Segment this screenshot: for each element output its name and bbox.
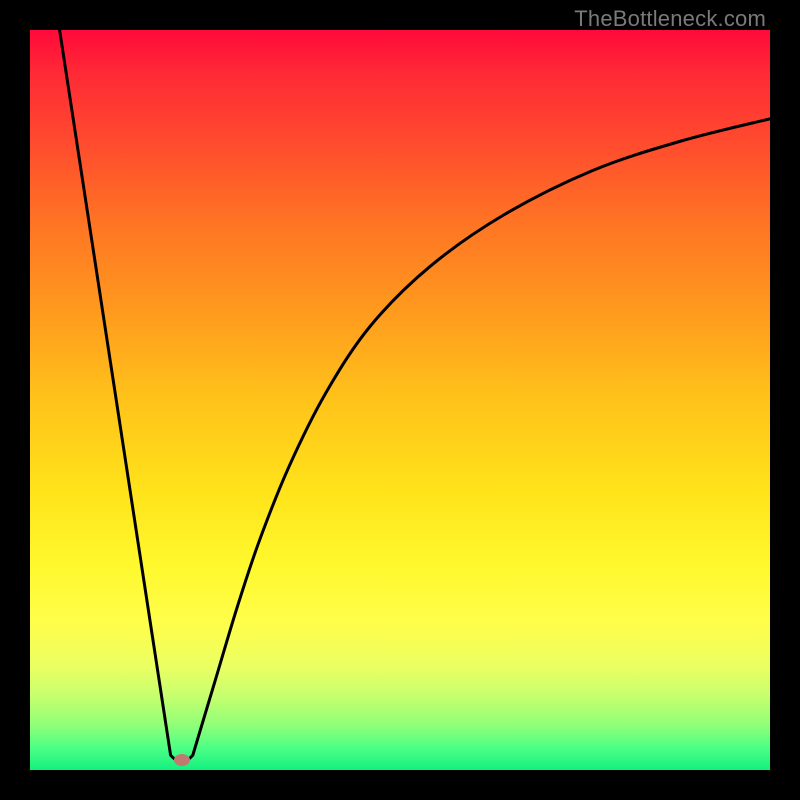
bottleneck-curve [30,30,770,770]
selection-marker [174,754,190,766]
watermark-text: TheBottleneck.com [574,6,766,32]
plot-frame [30,30,770,770]
